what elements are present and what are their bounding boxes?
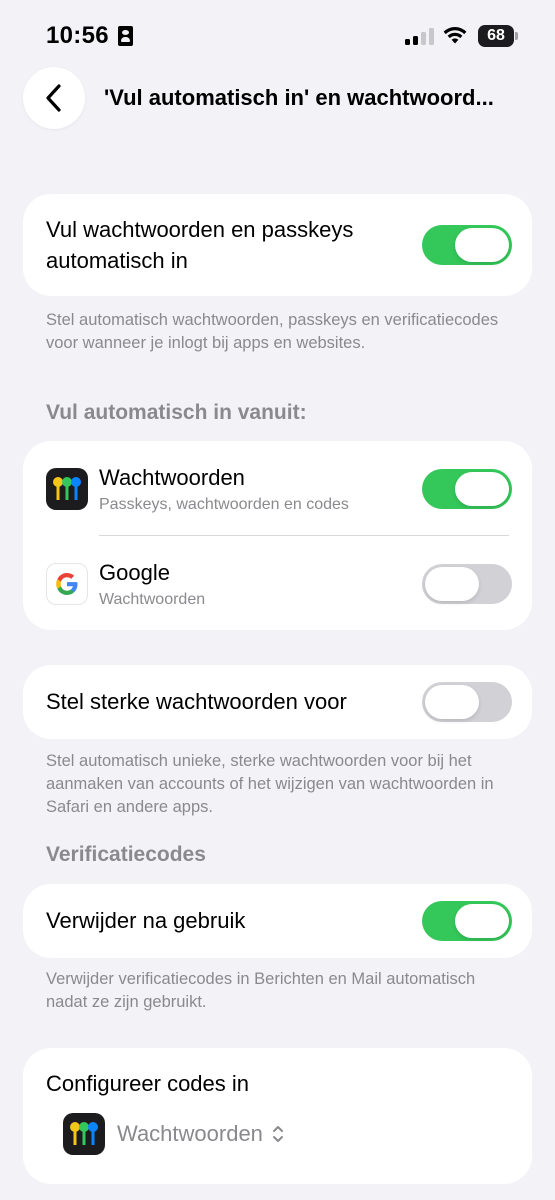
autofill-footnote: Stel automatisch wachtwoorden, passkeys …: [46, 311, 499, 352]
configure-card: Configureer codes in Wachtwoorden: [23, 1048, 532, 1184]
cellular-signal-icon: [405, 28, 435, 45]
page-title: 'Vul automatisch in' en wachtwoord...: [104, 85, 494, 110]
delete-after-use-toggle[interactable]: [422, 901, 512, 941]
source-subtitle-google: Wachtwoorden: [99, 591, 206, 608]
battery-icon: 68: [478, 25, 518, 47]
strong-passwords-footnote: Stel automatisch unieke, sterke wachtwoo…: [46, 752, 494, 816]
passwords-app-icon: [63, 1113, 105, 1155]
codes-header: Verificatiecodes: [46, 843, 206, 866]
autofill-card: Vul wachtwoorden en passkeys automatisch…: [23, 194, 532, 296]
sources-card: Wachtwoorden Passkeys, wachtwoorden en c…: [23, 441, 532, 630]
id-card-icon: [118, 26, 133, 46]
source-title-google: Google: [99, 560, 170, 585]
autofill-toggle[interactable]: [422, 225, 512, 265]
battery-level: 68: [478, 25, 514, 47]
source-title-passwords: Wachtwoorden: [99, 465, 245, 490]
status-time: 10:56: [46, 22, 109, 49]
delete-after-use-label: Verwijder na gebruik: [46, 908, 246, 933]
passwords-app-icon: [46, 468, 88, 510]
strong-passwords-label: Stel sterke wachtwoorden voor: [46, 689, 347, 714]
chevron-left-icon: [46, 84, 61, 112]
back-button[interactable]: [23, 67, 85, 129]
settings-page: 10:56 68 'Vul automatisch in' en wachtwo…: [0, 0, 555, 1200]
configure-label: Configureer codes in: [46, 1071, 250, 1096]
sources-header: Vul automatisch in vanuit:: [46, 401, 307, 424]
strong-passwords-card: Stel sterke wachtwoorden voor: [23, 665, 532, 739]
passwords-source-toggle[interactable]: [422, 469, 512, 509]
source-subtitle-passwords: Passkeys, wachtwoorden en codes: [99, 496, 349, 513]
google-source-toggle[interactable]: [422, 564, 512, 604]
row-divider: [99, 535, 509, 536]
strong-passwords-toggle[interactable]: [422, 682, 512, 722]
chevron-up-down-icon: [272, 1126, 283, 1142]
autofill-label: Vul wachtwoorden en passkeys automatisch…: [46, 217, 354, 273]
google-icon: [46, 563, 88, 605]
codes-footnote: Verwijder verificatiecodes in Berichten …: [46, 970, 476, 1011]
status-bar: 10:56 68: [0, 0, 555, 72]
wifi-icon: [443, 27, 467, 44]
codes-card: Verwijder na gebruik: [23, 884, 532, 958]
configure-codes-picker[interactable]: Wachtwoorden: [63, 1113, 285, 1155]
configure-selected-value: Wachtwoorden: [117, 1121, 263, 1146]
